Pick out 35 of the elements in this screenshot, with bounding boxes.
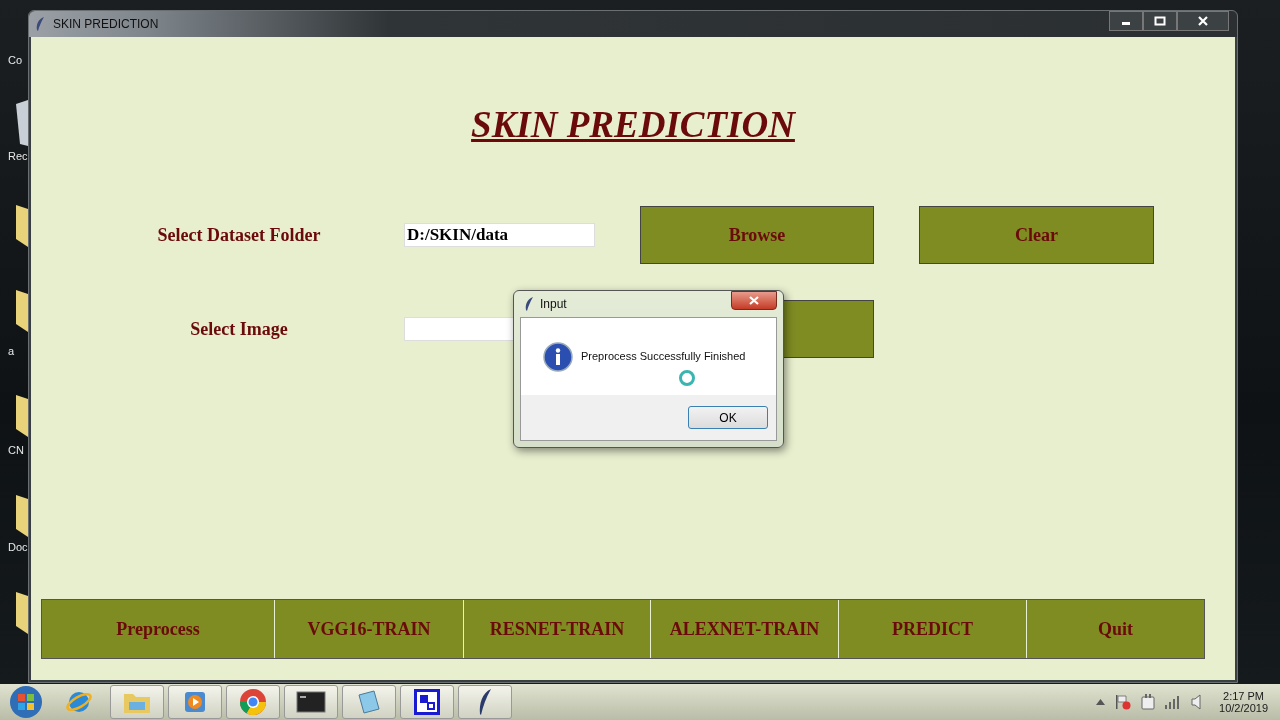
path-field[interactable]: D:/SKIN/data xyxy=(404,223,595,247)
flag-icon[interactable] xyxy=(1115,694,1132,710)
dialog-message: Preprocess Successfully Finished xyxy=(581,349,746,362)
desktop-icon-label[interactable]: a xyxy=(8,345,15,357)
terminal-icon[interactable] xyxy=(284,685,338,719)
feather-icon xyxy=(524,296,534,312)
loading-icon xyxy=(678,369,696,387)
signal-icon[interactable] xyxy=(1165,695,1182,709)
close-button[interactable] xyxy=(1177,11,1229,31)
maximize-button[interactable] xyxy=(1143,11,1177,31)
play-icon[interactable] xyxy=(168,685,222,719)
close-button[interactable] xyxy=(731,290,777,310)
speaker-icon[interactable] xyxy=(1191,694,1202,710)
field-label: Select Dataset Folder xyxy=(156,224,322,246)
ok-button[interactable]: OK xyxy=(688,406,768,429)
dialog-title: Input xyxy=(540,297,567,311)
maximize-icon xyxy=(1154,16,1166,26)
info-icon xyxy=(543,341,573,372)
field-label: Select Image xyxy=(189,318,289,340)
window-title: SKIN PREDICTION xyxy=(53,17,159,31)
minimize-button[interactable] xyxy=(1109,11,1143,31)
feather-icon xyxy=(35,16,45,32)
close-icon xyxy=(749,295,759,305)
plug-icon[interactable] xyxy=(1141,694,1156,710)
desktop-icon-label[interactable]: Rec xyxy=(8,150,28,162)
chevron-up-icon[interactable] xyxy=(1096,699,1106,705)
window-icon[interactable] xyxy=(400,685,454,719)
clock[interactable]: 2:17 PM 10/2/2019 xyxy=(1219,690,1268,714)
browser-icon[interactable] xyxy=(226,685,280,719)
app-heading: SKIN PREDICTION xyxy=(471,103,795,146)
desktop-icon-label[interactable]: CN xyxy=(8,444,24,456)
close-icon xyxy=(1198,16,1208,26)
feather-icon[interactable] xyxy=(458,685,512,719)
desktop-icon-label[interactable]: Co xyxy=(8,54,23,66)
desktop-icon-label[interactable]: Doc xyxy=(8,541,28,553)
